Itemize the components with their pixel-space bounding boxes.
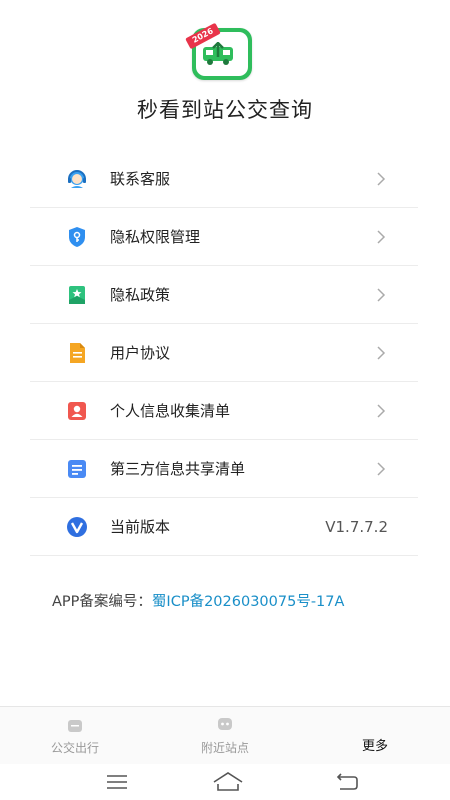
tab-bus-travel[interactable]: 公交出行 (0, 707, 150, 765)
chevron-right-icon (377, 172, 386, 186)
bottom-tab-bar: 公交出行 附近站点 更多 (0, 706, 450, 764)
system-nav-bar (0, 764, 450, 800)
menu-item-label: 当前版本 (110, 518, 171, 536)
chevron-right-icon (377, 230, 386, 244)
chevron-right-icon (377, 404, 386, 418)
app-logo: 2026 (185, 22, 252, 80)
record-prefix: APP备案编号： (52, 594, 152, 610)
tab-label: 附近站点 (200, 741, 249, 755)
bus-tab-icon (68, 720, 82, 732)
app-title: 秒看到站公交查询 (137, 98, 313, 122)
list-document-icon (68, 460, 86, 478)
menu-item-label: 隐私权限管理 (110, 228, 201, 246)
menu-item-third-party-sharing[interactable]: 第三方信息共享清单 (30, 440, 418, 498)
menu-item-current-version: 当前版本 V1.7.7.2 (30, 498, 418, 556)
tab-label: 更多 (361, 739, 388, 754)
tab-more[interactable]: 更多 (300, 707, 450, 765)
menu-item-label: 用户协议 (110, 344, 171, 362)
tab-nearby-stops[interactable]: 附近站点 (150, 707, 300, 765)
chevron-right-icon (377, 462, 386, 476)
menu-item-label: 隐私政策 (110, 286, 171, 304)
menu-item-label: 个人信息收集清单 (110, 402, 231, 420)
menu-item-label: 第三方信息共享清单 (110, 460, 246, 478)
version-value: V1.7.7.2 (325, 518, 388, 536)
bus-upload-icon (203, 42, 233, 65)
privacy-shield-icon (69, 227, 85, 247)
bookmark-star-icon (69, 286, 85, 304)
menu-icon[interactable] (104, 770, 130, 794)
home-icon[interactable] (212, 770, 244, 794)
menu-item-label: 联系客服 (110, 170, 171, 188)
back-icon[interactable] (334, 770, 360, 794)
chevron-right-icon (377, 346, 386, 360)
record-number-link[interactable]: 蜀ICP备2026030075号-17A (152, 594, 345, 610)
chevron-right-icon (377, 288, 386, 302)
tab-label: 公交出行 (50, 741, 99, 755)
customer-service-icon (68, 170, 86, 188)
menu-item-privacy-policy[interactable]: 隐私政策 (30, 266, 418, 324)
settings-menu: 联系客服 隐私权限管理 隐私政策 用户协议 个人信息收集清单 第三方信息共享清单… (30, 150, 418, 556)
menu-item-personal-info-list[interactable]: 个人信息收集清单 (30, 382, 418, 440)
person-card-icon (68, 402, 86, 420)
menu-item-user-agreement[interactable]: 用户协议 (30, 324, 418, 382)
header: 2026 秒看到站公交查询 (0, 0, 450, 150)
document-icon (70, 343, 85, 363)
version-v-icon (67, 517, 87, 537)
app-record-number: APP备案编号：蜀ICP备2026030075号-17A (52, 590, 344, 611)
menu-item-privacy-permissions[interactable]: 隐私权限管理 (30, 208, 418, 266)
location-tab-icon (218, 718, 232, 730)
menu-item-contact-service[interactable]: 联系客服 (30, 150, 418, 208)
